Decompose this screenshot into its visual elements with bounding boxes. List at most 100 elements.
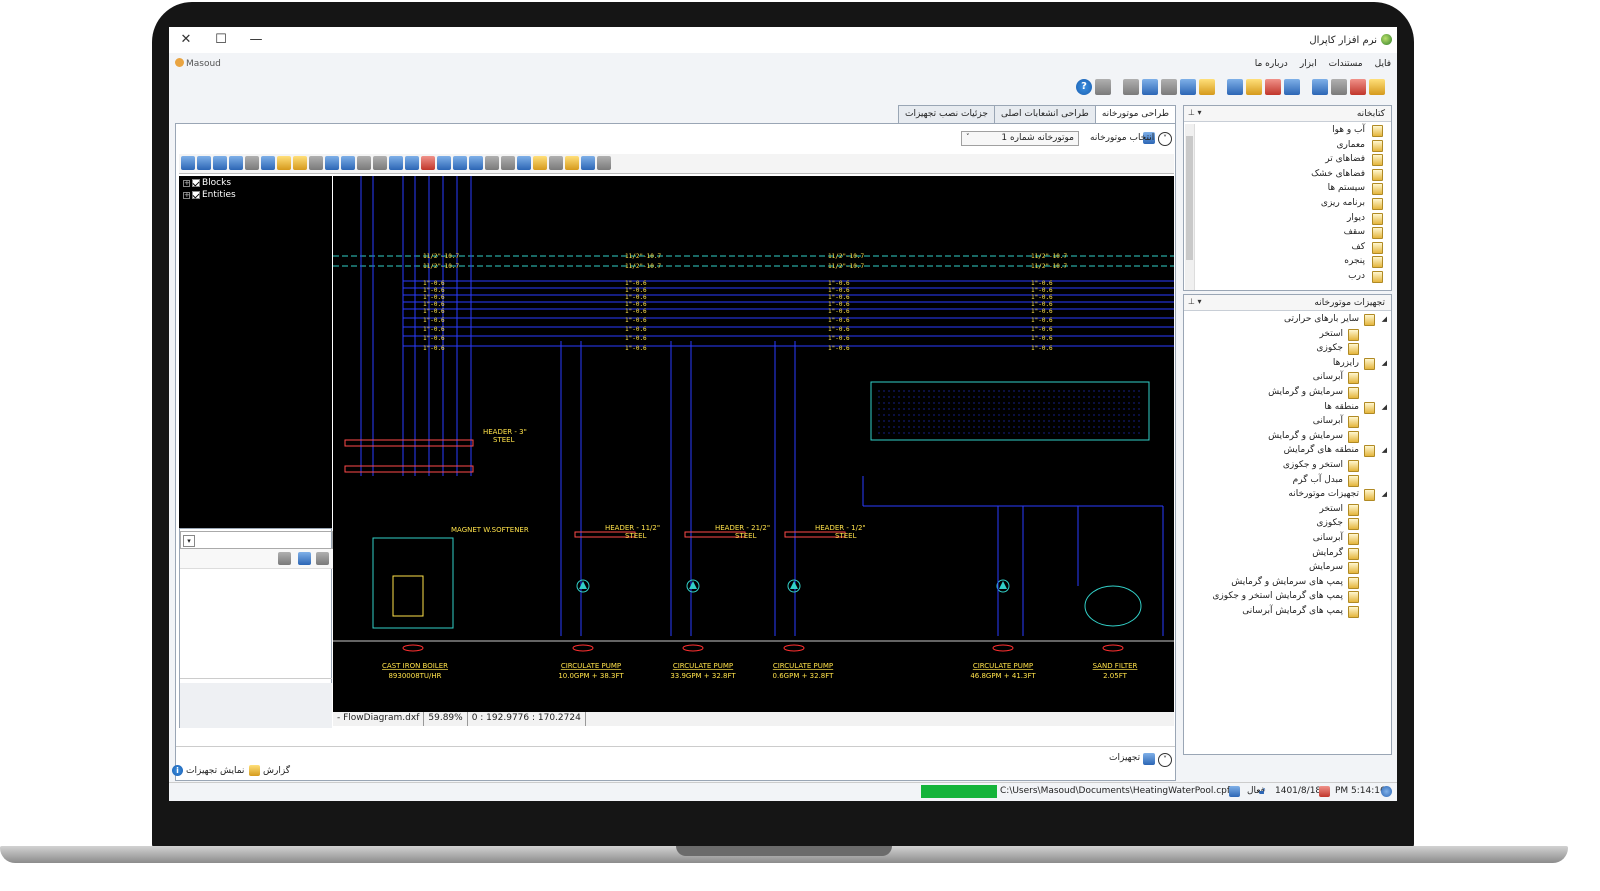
- maximize-button[interactable]: ☐: [212, 32, 230, 47]
- equipment-item[interactable]: جکوزی: [1187, 342, 1387, 357]
- equipment-item[interactable]: سرمایش: [1187, 561, 1387, 576]
- print-icon[interactable]: [1161, 79, 1177, 95]
- rotate-icon[interactable]: [357, 156, 371, 170]
- copy-project-icon[interactable]: [1331, 79, 1347, 95]
- equipment-item[interactable]: ◢ منطقه ها: [1187, 401, 1387, 416]
- fill-icon[interactable]: [405, 156, 419, 170]
- list-icon[interactable]: [373, 156, 387, 170]
- property-grid[interactable]: [180, 573, 332, 679]
- equipment-item[interactable]: آبرسانی: [1187, 532, 1387, 547]
- library-item[interactable]: دیوار: [1187, 212, 1387, 227]
- measure-icon[interactable]: [565, 156, 579, 170]
- help-icon[interactable]: ?: [1076, 79, 1092, 95]
- user-badge[interactable]: Masoud: [175, 58, 221, 69]
- equipment-item[interactable]: استخر: [1187, 503, 1387, 518]
- open-folder-icon[interactable]: [1246, 79, 1262, 95]
- library-item[interactable]: معماری: [1187, 139, 1387, 154]
- calculator-icon[interactable]: [1142, 79, 1158, 95]
- close-button[interactable]: ✕: [177, 32, 195, 47]
- tab-installation-details[interactable]: جزئیات نصب تجهیزات: [897, 105, 995, 123]
- settings-gear-icon[interactable]: [1123, 79, 1139, 95]
- expand-icon[interactable]: +: [183, 191, 190, 199]
- dropdown-arrow-icon[interactable]: [309, 156, 323, 170]
- color-icon[interactable]: [421, 156, 435, 170]
- menu-about[interactable]: درباره ما: [1255, 59, 1288, 69]
- equipment-item[interactable]: استخر: [1187, 328, 1387, 343]
- layers-icon[interactable]: [245, 156, 259, 170]
- equipment-item[interactable]: مبدل آب گرم: [1187, 474, 1387, 489]
- library-item[interactable]: فضاهای خشک: [1187, 168, 1387, 183]
- equipment-item[interactable]: ◢ سایر بارهای حرارتی: [1187, 313, 1387, 328]
- save-as-icon[interactable]: [1265, 79, 1281, 95]
- expand-icon[interactable]: +: [183, 179, 190, 187]
- expand-arrow-icon[interactable]: ◢: [1382, 315, 1387, 323]
- expand-arrow-icon[interactable]: ◢: [1382, 446, 1387, 454]
- collapse-icon[interactable]: ˅: [1158, 132, 1172, 146]
- expand-arrow-icon[interactable]: ◢: [1382, 403, 1387, 411]
- delete-project-icon[interactable]: [1350, 79, 1366, 95]
- equipment-item[interactable]: پمپ های گرمایش استخر و جکوزی: [1187, 590, 1387, 605]
- sort-az-icon[interactable]: [298, 552, 311, 565]
- equipment-item[interactable]: گرمایش: [1187, 547, 1387, 562]
- block-icon[interactable]: [485, 156, 499, 170]
- property-pages-icon[interactable]: [316, 552, 329, 565]
- equipment-item[interactable]: آبرسانی: [1187, 415, 1387, 430]
- dimension-icon[interactable]: [469, 156, 483, 170]
- zoom-out-icon[interactable]: [213, 156, 227, 170]
- document-icon[interactable]: [1180, 79, 1196, 95]
- fit-icon[interactable]: [437, 156, 451, 170]
- equipment-item[interactable]: پمپ های گرمایش آبرسانی: [1187, 605, 1387, 620]
- library-item[interactable]: آب و هوا: [1187, 124, 1387, 139]
- text-icon[interactable]: [453, 156, 467, 170]
- properties-icon[interactable]: [597, 156, 611, 170]
- image-icon[interactable]: [517, 156, 531, 170]
- move-icon[interactable]: [341, 156, 355, 170]
- zoom-window-icon[interactable]: [277, 156, 291, 170]
- library-item[interactable]: کف: [1187, 241, 1387, 256]
- equipment-item[interactable]: ◢ رایزرها: [1187, 357, 1387, 372]
- equipment-item[interactable]: آبرسانی: [1187, 371, 1387, 386]
- open-icon[interactable]: [181, 156, 195, 170]
- zoom-in-icon[interactable]: [197, 156, 211, 170]
- library-item[interactable]: فضاهای تر: [1187, 153, 1387, 168]
- add-project-icon[interactable]: [1312, 79, 1328, 95]
- pin-icon[interactable]: ⊥ ▾: [1188, 108, 1202, 117]
- tab-plant-design[interactable]: طراحی موتورخانه: [1094, 105, 1176, 124]
- orbit-icon[interactable]: [389, 156, 403, 170]
- export-icon[interactable]: [1095, 79, 1111, 95]
- show-equipment-button[interactable]: i نمایش تجهیزات: [172, 765, 244, 776]
- export-icon[interactable]: [581, 156, 595, 170]
- layer-checkbox[interactable]: [192, 179, 200, 187]
- layer-checkbox[interactable]: [192, 191, 200, 199]
- layer-row-blocks[interactable]: + Blocks: [183, 178, 231, 188]
- expand-arrow-icon[interactable]: ◢: [1382, 359, 1387, 367]
- save-icon[interactable]: [1284, 79, 1300, 95]
- save-icon[interactable]: [229, 156, 243, 170]
- pin-icon[interactable]: ⊥ ▾: [1188, 297, 1202, 306]
- equipment-item[interactable]: ◢ تجهیزات موتورخانه: [1187, 488, 1387, 503]
- categorized-icon[interactable]: [278, 552, 291, 565]
- cad-canvas[interactable]: 11/2"-10.7 11/2"-10.7 1"-0.6 1"-0.6 1"-0.6 1"…: [333, 176, 1174, 712]
- new-project-icon[interactable]: [1369, 79, 1385, 95]
- copy-icon[interactable]: [325, 156, 339, 170]
- equipment-item[interactable]: ◢ منطقه های گرمایش: [1187, 444, 1387, 459]
- report-button[interactable]: گزارش: [249, 765, 290, 776]
- library-item[interactable]: سیستم ها: [1187, 182, 1387, 197]
- menu-tools[interactable]: ابزار: [1300, 59, 1317, 69]
- flow-diagram[interactable]: 11/2"-10.711/2"-10.71"-0.61"-0.61"-0.61"…: [333, 176, 1174, 712]
- equipment-item[interactable]: سرمایش و گرمایش: [1187, 430, 1387, 445]
- equipment-item[interactable]: سرمایش و گرمایش: [1187, 386, 1387, 401]
- pan-icon[interactable]: [293, 156, 307, 170]
- open-file-icon[interactable]: [1227, 79, 1243, 95]
- minimize-button[interactable]: —: [247, 32, 265, 47]
- equipment-item[interactable]: پمپ های سرمایش و گرمایش: [1187, 576, 1387, 591]
- layer-row-entities[interactable]: + Entities: [183, 190, 236, 200]
- select-icon[interactable]: [549, 156, 563, 170]
- dropdown-arrow-icon[interactable]: ▾: [183, 535, 195, 547]
- library-item[interactable]: برنامه ریزی: [1187, 197, 1387, 212]
- snap-icon[interactable]: [533, 156, 547, 170]
- menu-file[interactable]: فایل: [1375, 59, 1391, 69]
- menu-documents[interactable]: مستندات: [1329, 59, 1363, 69]
- properties-dropdown[interactable]: ▾: [180, 531, 333, 549]
- plant-select[interactable]: ˅ موتورخانه شماره 1: [961, 131, 1079, 146]
